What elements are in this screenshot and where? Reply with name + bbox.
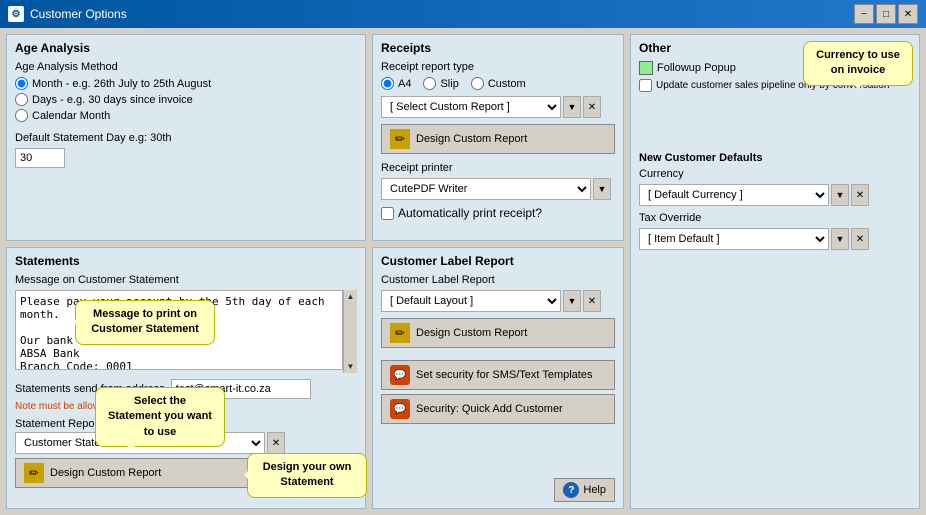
quick-add-security-button[interactable]: 💬 Security: Quick Add Customer <box>381 394 615 424</box>
design-label-icon: ✏ <box>390 323 410 343</box>
statements-panel: Statements Message on Customer Statement… <box>6 247 366 509</box>
tax-clear[interactable]: ✕ <box>851 228 869 250</box>
minimize-button[interactable]: − <box>854 4 874 24</box>
sms-section: 💬 Set security for SMS/Text Templates 💬 … <box>381 360 615 428</box>
printer-select[interactable]: CutePDF Writer <box>381 178 591 200</box>
report-type-label: Receipt report type <box>381 61 615 73</box>
statements-title: Statements <box>15 254 357 268</box>
tax-dropdown-arrow[interactable]: ▼ <box>831 228 849 250</box>
label-clear[interactable]: ✕ <box>583 290 601 312</box>
currency-balloon: Currency to use on invoice <box>803 41 913 86</box>
tax-override-select[interactable]: [ Item Default ] <box>639 228 829 250</box>
age-analysis-panel: Age Analysis Age Analysis Method Month -… <box>6 34 366 241</box>
receipts-title: Receipts <box>381 41 615 55</box>
radio-custom[interactable]: Custom <box>471 77 526 90</box>
message-balloon: Message to print on Customer Statement <box>75 300 215 345</box>
design-balloon: Design your own Statement <box>247 453 367 498</box>
title-bar: ⚙ Customer Options − □ ✕ <box>0 0 926 28</box>
customer-label-title: Customer Label Report <box>381 254 615 268</box>
maximize-button[interactable]: □ <box>876 4 896 24</box>
custom-report-select[interactable]: [ Select Custom Report ] <box>381 96 561 118</box>
new-customer-defaults-label: New Customer Defaults <box>639 152 911 164</box>
sms-icon: 💬 <box>390 365 410 385</box>
default-day-input[interactable] <box>15 148 65 168</box>
age-method-label: Age Analysis Method <box>15 61 357 73</box>
middle-bottom-panel: Customer Label Report Customer Label Rep… <box>372 247 624 509</box>
msg-label: Message on Customer Statement <box>15 274 357 286</box>
close-button[interactable]: ✕ <box>898 4 918 24</box>
receipt-printer-label: Receipt printer <box>381 162 615 174</box>
currency-select[interactable]: [ Default Currency ] <box>639 184 829 206</box>
followup-checkbox[interactable] <box>639 61 653 75</box>
scroll-up-arrow[interactable]: ▲ <box>345 290 357 303</box>
stmt-clear[interactable]: ✕ <box>267 432 285 454</box>
printer-dropdown-arrow[interactable]: ▼ <box>593 178 611 200</box>
radio-slip[interactable]: Slip <box>423 77 458 90</box>
age-analysis-title: Age Analysis <box>15 41 357 55</box>
design-statement-icon: ✏ <box>24 463 44 483</box>
radio-month[interactable]: Month - e.g. 26th July to 25th August <box>15 77 357 90</box>
radio-days[interactable]: Days - e.g. 30 days since invoice <box>15 93 357 106</box>
sms-security-button[interactable]: 💬 Set security for SMS/Text Templates <box>381 360 615 390</box>
title-bar-icon: ⚙ <box>8 6 24 22</box>
currency-clear[interactable]: ✕ <box>851 184 869 206</box>
radio-calendar[interactable]: Calendar Month <box>15 109 357 122</box>
design-receipt-button[interactable]: ✏ Design Custom Report <box>381 124 615 154</box>
textarea-scrollbar[interactable]: ▲ ▼ <box>343 290 357 373</box>
pipeline-checkbox[interactable] <box>639 79 652 92</box>
design-label-button[interactable]: ✏ Design Custom Report <box>381 318 615 348</box>
title-bar-title: Customer Options <box>30 7 848 21</box>
receipts-panel: Receipts Receipt report type A4 Slip Cus… <box>372 34 624 241</box>
help-icon: ? <box>563 482 579 498</box>
radio-a4[interactable]: A4 <box>381 77 411 90</box>
currency-dropdown-arrow[interactable]: ▼ <box>831 184 849 206</box>
dropdown-arrow[interactable]: ▼ <box>563 96 581 118</box>
label-report-select[interactable]: [ Default Layout ] <box>381 290 561 312</box>
customer-label-sublabel: Customer Label Report <box>381 274 615 286</box>
auto-print-checkbox[interactable] <box>381 207 394 220</box>
customer-label-panel: Customer Label Report Customer Label Rep… <box>381 254 615 348</box>
currency-label: Currency <box>639 168 911 180</box>
label-dropdown-arrow[interactable]: ▼ <box>563 290 581 312</box>
design-receipt-icon: ✏ <box>390 129 410 149</box>
select-balloon: Select the Statement you want to use <box>95 387 225 447</box>
auto-print-label: Automatically print receipt? <box>398 206 542 220</box>
clear-custom-report[interactable]: ✕ <box>583 96 601 118</box>
quick-add-icon: 💬 <box>390 399 410 419</box>
help-button[interactable]: ? Help <box>554 478 615 502</box>
default-day-label: Default Statement Day e.g: 30th <box>15 132 357 144</box>
tax-override-label: Tax Override <box>639 212 911 224</box>
other-panel: Other Followup Popup Update customer sal… <box>630 34 920 509</box>
scroll-down-arrow[interactable]: ▼ <box>345 360 357 373</box>
title-bar-controls: − □ ✕ <box>854 4 918 24</box>
